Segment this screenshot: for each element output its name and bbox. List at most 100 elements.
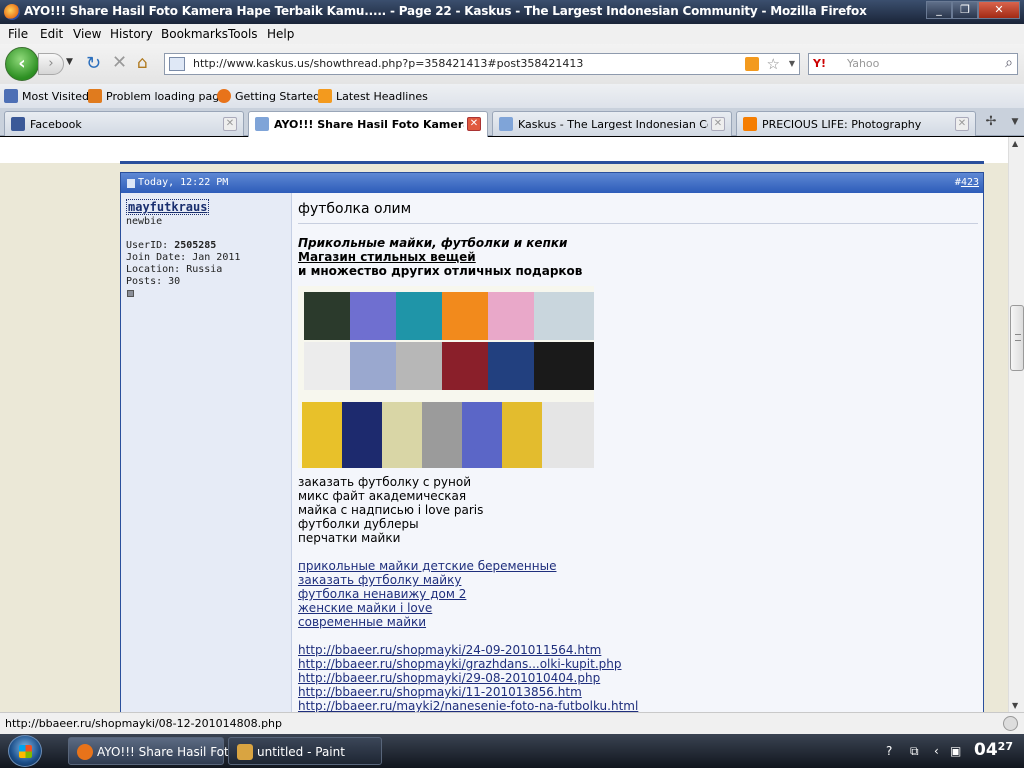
scroll-down-icon[interactable]: ▼: [1012, 701, 1018, 710]
status-addon-icon[interactable]: [1003, 716, 1018, 731]
post-title: футболка олим: [298, 201, 412, 217]
user-id: UserID: 2505285: [126, 240, 217, 251]
bookmark-most-visited[interactable]: Most Visited: [4, 89, 89, 103]
tab-close-icon[interactable]: ✕: [467, 117, 481, 131]
menu-file[interactable]: File: [8, 27, 28, 41]
post-link[interactable]: прикольные майки детские беременные: [298, 559, 556, 573]
forum-post: Today, 12:22 PM #423 mayfutkraus newbie …: [120, 172, 984, 712]
taskbar-item-paint[interactable]: untitled - Paint: [228, 737, 382, 765]
url-text[interactable]: http://www.kaskus.us/showthread.php?p=35…: [193, 57, 583, 70]
start-button[interactable]: [8, 735, 42, 767]
grip-icon: [1015, 334, 1021, 341]
post-link[interactable]: футболка ненавижу дом 2: [298, 587, 466, 601]
status-text: http://bbaeer.ru/shopmayki/08-12-2010148…: [5, 717, 283, 730]
post-icon: [127, 179, 135, 188]
rss-feed-icon[interactable]: [745, 57, 759, 71]
post-link[interactable]: современные майки: [298, 615, 426, 629]
help-icon[interactable]: ?: [886, 744, 892, 758]
tshirt: [534, 342, 594, 390]
tab-facebook[interactable]: Facebook ✕: [4, 111, 244, 136]
firefox-icon: [4, 4, 20, 20]
scroll-up-icon[interactable]: ▲: [1012, 139, 1018, 148]
text-line: футболки дублеры: [298, 517, 419, 531]
post-number-link[interactable]: 423: [961, 177, 979, 188]
home-icon[interactable]: ⌂: [137, 54, 148, 72]
text-line: перчатки майки: [298, 531, 401, 545]
menu-history[interactable]: History: [110, 27, 153, 41]
yahoo-icon[interactable]: Y!: [813, 57, 826, 70]
menu-help[interactable]: Help: [267, 27, 294, 41]
menu-view[interactable]: View: [73, 27, 101, 41]
rss-icon: [318, 89, 332, 103]
bookmark-getting-started[interactable]: Getting Started: [217, 89, 320, 103]
blogger-icon: [743, 117, 757, 131]
post-number: #423: [954, 177, 979, 188]
tab-precious-life[interactable]: PRECIOUS LIFE: Photography ✕: [736, 111, 976, 136]
bookmark-latest-headlines[interactable]: Latest Headlines: [318, 89, 428, 103]
tab-close-icon[interactable]: ✕: [223, 117, 237, 131]
tab-ayo-share[interactable]: AYO!!! Share Hasil Foto Kamera ... ✕: [248, 111, 488, 137]
menu-edit[interactable]: Edit: [40, 27, 63, 41]
user-rank: newbie: [126, 216, 163, 227]
text-line: заказать футболку с руной: [298, 475, 471, 489]
menu-bar: File Edit View History Bookmarks Tools H…: [0, 24, 1024, 44]
promo-link[interactable]: Магазин стильных вещей: [298, 250, 476, 264]
tab-list-icon[interactable]: ▼: [1006, 111, 1024, 136]
windows-logo-icon: [19, 745, 32, 758]
kaskus-icon: [499, 117, 513, 131]
bookmarks-toolbar: Most Visited Problem loading page Gettin…: [0, 84, 1024, 108]
status-bar: http://bbaeer.ru/shopmayki/08-12-2010148…: [0, 712, 1024, 734]
search-input[interactable]: Yahoo: [847, 57, 879, 70]
kaskus-icon: [255, 117, 269, 131]
taskbar: AYO!!! Share Hasil Fot... untitled - Pai…: [0, 734, 1024, 768]
menu-tools[interactable]: Tools: [228, 27, 258, 41]
tab-close-icon[interactable]: ✕: [955, 117, 969, 131]
tshirt: [534, 292, 594, 340]
taskbar-item-firefox[interactable]: AYO!!! Share Hasil Fot...: [68, 737, 240, 765]
post-url-link[interactable]: http://bbaeer.ru/shopmayki/grazhdans...o…: [298, 657, 622, 671]
display-icon[interactable]: ⧉: [910, 744, 919, 759]
new-tab-icon[interactable]: ✢: [978, 111, 1004, 136]
url-dropdown-icon[interactable]: ▼: [789, 59, 795, 68]
reload-icon[interactable]: ↻: [86, 55, 101, 73]
post-url-link[interactable]: http://bbaeer.ru/shopmayki/24-09-2010115…: [298, 643, 601, 657]
reputation-icon: [127, 290, 134, 297]
close-button[interactable]: ✕: [978, 1, 1020, 19]
title-bar: AYO!!! Share Hasil Foto Kamera Hape Terb…: [0, 0, 1024, 24]
firefox-icon: [217, 89, 231, 103]
stop-icon[interactable]: ✕: [112, 54, 127, 72]
maximize-button[interactable]: ❐: [952, 1, 978, 19]
firefox-icon: [77, 744, 93, 760]
post-header: Today, 12:22 PM #423: [121, 173, 983, 193]
post-url-link[interactable]: http://bbaeer.ru/shopmayki/29-08-2010104…: [298, 671, 600, 685]
network-icon[interactable]: ▣: [950, 744, 961, 758]
history-dropdown-icon[interactable]: ▼: [66, 57, 73, 67]
tshirts-photo: [298, 286, 594, 468]
tab-close-icon[interactable]: ✕: [711, 117, 725, 131]
post-link[interactable]: женские майки i love: [298, 601, 432, 615]
bookmark-star-icon[interactable]: ☆: [767, 55, 780, 73]
address-bar[interactable]: http://www.kaskus.us/showthread.php?p=35…: [164, 53, 800, 75]
tab-kaskus[interactable]: Kaskus - The Largest Indonesian Com... ✕: [492, 111, 732, 136]
menu-bookmarks[interactable]: Bookmarks: [161, 27, 228, 41]
scrollbar-thumb[interactable]: [1010, 305, 1024, 371]
site-identity-icon[interactable]: [169, 57, 185, 71]
search-bar[interactable]: Y! Yahoo ⌕: [808, 53, 1018, 75]
post-link[interactable]: заказать футболку майку: [298, 573, 461, 587]
minimize-button[interactable]: _: [926, 1, 952, 19]
window-title: AYO!!! Share Hasil Foto Kamera Hape Terb…: [24, 4, 867, 18]
promo-line: и множество других отличных подарков: [298, 264, 583, 278]
puzzle-icon: [88, 89, 102, 103]
bookmark-problem-loading[interactable]: Problem loading page: [88, 89, 226, 103]
show-hidden-icons-icon[interactable]: ‹: [934, 744, 939, 758]
window-controls: _ ❐ ✕: [926, 1, 1020, 19]
post-url-link[interactable]: http://bbaeer.ru/shopmayki/11-201013856.…: [298, 685, 582, 699]
tab-strip: Facebook ✕ AYO!!! Share Hasil Foto Kamer…: [0, 108, 1024, 137]
post-url-link[interactable]: http://bbaeer.ru/mayki2/nanesenie-foto-n…: [298, 699, 638, 712]
back-button[interactable]: ‹: [5, 47, 39, 81]
forward-button[interactable]: ›: [38, 53, 64, 75]
username-link[interactable]: mayfutkraus: [126, 199, 210, 215]
search-icon[interactable]: ⌕: [1005, 55, 1013, 71]
clock[interactable]: 0427: [974, 740, 1013, 760]
vertical-scrollbar[interactable]: ▲ ▼: [1008, 137, 1024, 712]
